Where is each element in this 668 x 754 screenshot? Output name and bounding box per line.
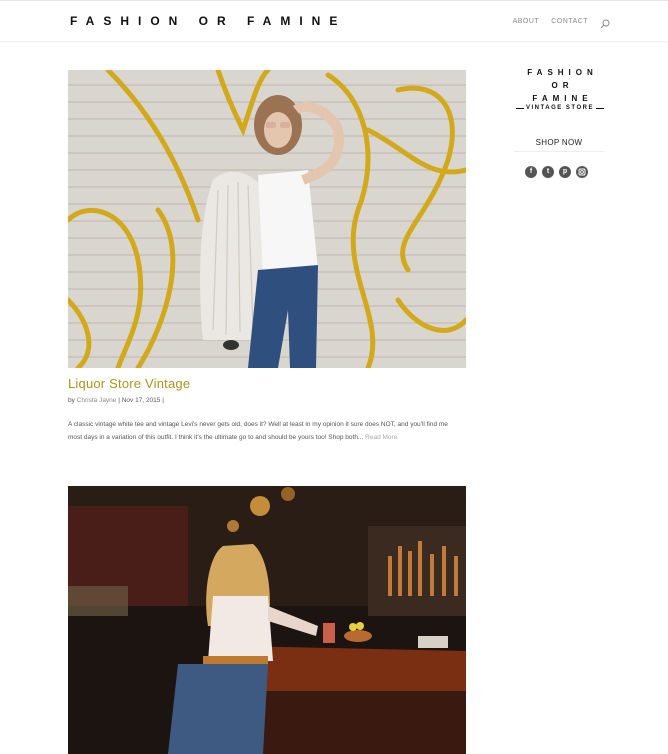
meta-prefix: by: [68, 397, 77, 404]
sidebar-logo-line: FAMINE: [532, 94, 593, 103]
post-date: Nov 17, 2015: [121, 397, 161, 404]
sidebar-logo[interactable]: FASHION OR FAMINE VINTAGE STORE: [507, 66, 613, 111]
sidebar-logo-subtitle-text: VINTAGE STORE: [526, 105, 594, 111]
divider: [595, 107, 604, 109]
post-excerpt: A classic vintage white tee and vintage …: [68, 419, 463, 444]
post-meta: by Christa Jayne | Nov 17, 2015 |: [68, 397, 164, 404]
pinterest-icon[interactable]: p: [559, 166, 571, 178]
social-icons: f t p: [525, 166, 588, 178]
sidebar-logo-line: OR: [551, 81, 574, 90]
twitter-icon[interactable]: t: [542, 166, 554, 178]
main-nav: ABOUT CONTACT: [513, 16, 610, 29]
post-author-link[interactable]: Christa Jayne: [77, 397, 117, 404]
sidebar-logo-subtitle: VINTAGE STORE: [507, 105, 613, 111]
read-more-link[interactable]: Read More: [365, 434, 397, 441]
nav-about-link[interactable]: ABOUT: [513, 18, 540, 25]
search-icon[interactable]: [600, 16, 610, 29]
site-logo[interactable]: FASHION OR FAMINE: [70, 14, 346, 28]
site-header: FASHION OR FAMINE ABOUT CONTACT: [0, 0, 668, 42]
instagram-icon[interactable]: [576, 166, 588, 178]
meta-separator: |: [160, 397, 164, 404]
sidebar-logo-line: FASHION: [527, 68, 598, 77]
divider: [516, 107, 525, 109]
post-title[interactable]: Liquor Store Vintage: [68, 376, 190, 391]
post-featured-image[interactable]: [68, 70, 466, 368]
post-featured-image-2[interactable]: [68, 486, 466, 754]
nav-contact-link[interactable]: CONTACT: [551, 18, 588, 25]
facebook-icon[interactable]: f: [525, 166, 537, 178]
shop-now-button[interactable]: SHOP NOW: [514, 134, 604, 152]
